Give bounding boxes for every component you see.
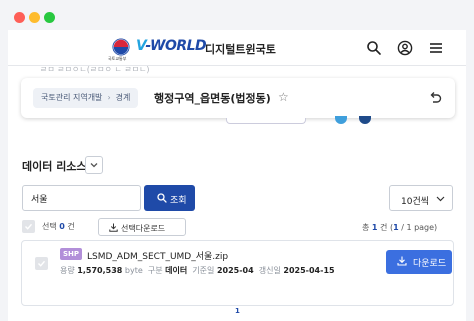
map-control-button[interactable]: [359, 116, 371, 124]
per-page-select[interactable]: 10건씩: [389, 185, 453, 211]
government-emblem-icon: [112, 38, 130, 56]
vworld-logo[interactable]: V-WORLD: [136, 38, 207, 54]
selection-toolbar: 선택 0 건 선택다운로드 총 1 건 (1 / 1 page): [22, 218, 454, 238]
menu-icon[interactable]: [428, 40, 444, 56]
download-button-label: 다운로드: [413, 258, 447, 268]
minimize-window-button[interactable]: [29, 12, 40, 23]
file-metadata: 용량 1,570,538 byte 구분 데이터 기준일 2025-04 갱신일…: [60, 266, 335, 275]
select-all-checkbox[interactable]: [22, 220, 35, 233]
page-title: 행정구역_읍면동(법정동): [154, 92, 271, 105]
site-subtitle: 디지털트윈국토: [205, 43, 276, 56]
undo-icon[interactable]: [427, 90, 443, 106]
gov-label: 국토교통부: [108, 56, 127, 61]
file-type-badge: SHP: [60, 248, 83, 260]
file-checkbox[interactable]: [35, 257, 48, 270]
close-window-button[interactable]: [14, 12, 25, 23]
search-button[interactable]: 조회: [144, 185, 195, 211]
breadcrumb-item-boundary[interactable]: 경계: [116, 93, 131, 102]
breadcrumb-separator: ›: [107, 93, 111, 102]
bulk-download-button[interactable]: 선택다운로드: [98, 218, 186, 236]
chevron-down-icon: [90, 163, 98, 168]
file-list-item: SHP LSMD_ADM_SECT_UMD_서울.zip 용량 1,570,53…: [21, 240, 454, 306]
chevron-down-icon: [436, 196, 445, 202]
selection-count: 선택 0 건: [42, 222, 75, 231]
map-control-button[interactable]: [335, 116, 347, 124]
checkmark-icon: [25, 223, 33, 230]
site-header: 국토교통부 V-WORLD 디지털트윈국토: [8, 30, 466, 66]
hidden-control-edge: [226, 118, 306, 124]
search-icon: [157, 193, 167, 203]
section-dropdown-button[interactable]: [85, 156, 103, 174]
breadcrumb-card: 국토관리 지역개발 › 경계 행정구역_읍면동(법정동) ☆: [21, 78, 455, 118]
page-content: 국토교통부 V-WORLD 디지털트윈국토 ㄹㅁ ㄹㅁㅇㄴ(ㄹㅁㅇ ㄴ ㄹㅁㄴ): [8, 30, 466, 321]
per-page-value: 10건씩: [401, 197, 430, 207]
browser-window: 국토교통부 V-WORLD 디지털트윈국토 ㄹㅁ ㄹㅁㅇㄴ(ㄹㅁㅇ ㄴ ㄹㅁㄴ): [0, 0, 474, 321]
search-button-label: 조회: [170, 195, 187, 205]
download-icon: [109, 223, 118, 232]
bulk-download-label: 선택다운로드: [121, 224, 166, 233]
breadcrumb: 국토관리 지역개발 › 경계: [33, 88, 139, 108]
search-input[interactable]: [22, 185, 141, 211]
star-outline-icon[interactable]: ☆: [278, 90, 289, 104]
maximize-window-button[interactable]: [44, 12, 55, 23]
faded-background-text: ㄹㅁ ㄹㅁㅇㄴ(ㄹㅁㅇ ㄴ ㄹㅁㄴ): [40, 65, 150, 74]
download-button[interactable]: 다운로드: [386, 250, 452, 274]
file-name: LSMD_ADM_SECT_UMD_서울.zip: [87, 252, 229, 262]
pagination-current-page[interactable]: 1: [235, 307, 240, 315]
checkmark-icon: [38, 260, 46, 267]
window-titlebar: [0, 0, 474, 30]
download-icon: [397, 256, 407, 266]
user-icon[interactable]: [397, 40, 413, 56]
total-count: 총 1 건 (1 / 1 page): [362, 223, 438, 232]
breadcrumb-item-category[interactable]: 국토관리 지역개발: [41, 93, 102, 102]
search-icon[interactable]: [366, 40, 382, 56]
section-title: 데이터 리소스: [22, 160, 87, 173]
